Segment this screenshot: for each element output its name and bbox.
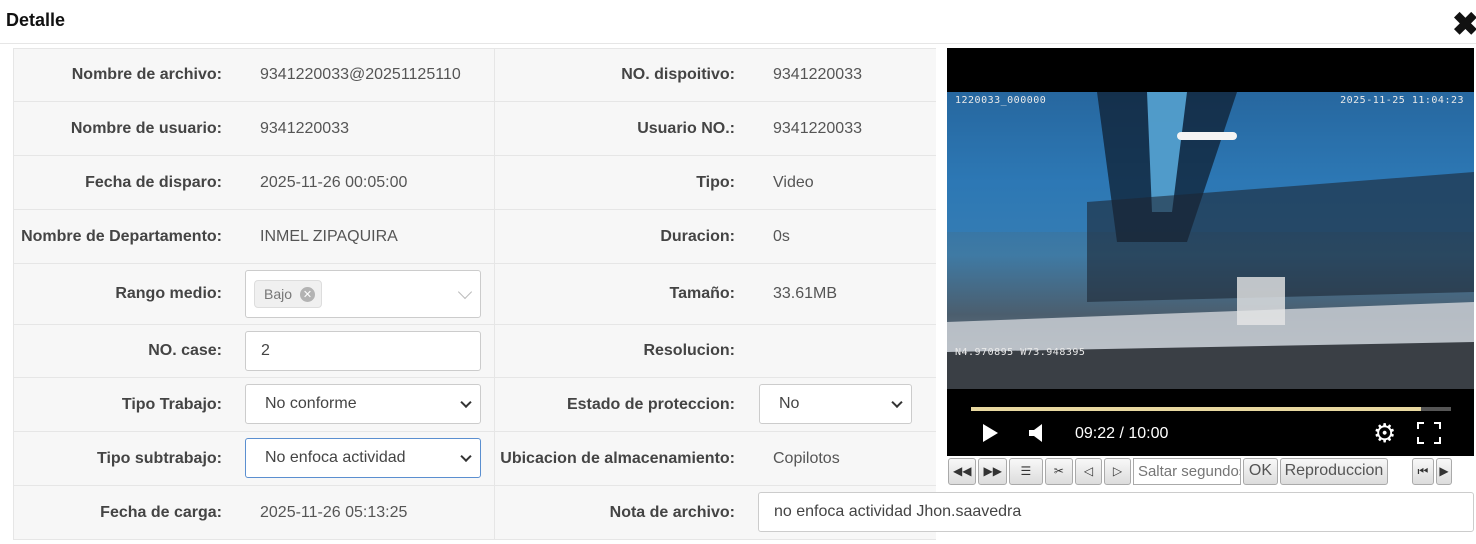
- tipo-trabajo-selected: No conforme: [265, 395, 357, 412]
- fast-forward-button[interactable]: ▶▶: [978, 457, 1007, 485]
- first-button[interactable]: ⏮: [1411, 457, 1434, 485]
- estado-proteccion-select[interactable]: No: [759, 384, 912, 424]
- label-tipo: Tipo:: [494, 156, 745, 209]
- fullscreen-icon[interactable]: [1417, 422, 1441, 444]
- table-row: Tipo subtrabajo: No enfoca actividad Ubi…: [14, 432, 936, 486]
- value-nombre-archivo: 9341220033@20251125110: [232, 49, 494, 101]
- remove-tag-icon[interactable]: ✕: [300, 286, 316, 302]
- table-row: Rango medio: Bajo ✕ Tamaño: 33.61MB: [14, 264, 936, 325]
- dialog-header: Detalle ✖: [0, 0, 1476, 44]
- value-nombre-usuario: 9341220033: [232, 102, 494, 155]
- chevron-down-icon: [457, 284, 473, 300]
- table-row: Tipo Trabajo: No conforme Estado de prot…: [14, 378, 936, 432]
- volume-icon[interactable]: [1029, 424, 1043, 442]
- skip-start-icon: ⏮: [1417, 463, 1429, 478]
- label-fecha-disparo: Fecha de disparo:: [14, 156, 232, 209]
- next-frame-button[interactable]: ▷: [1103, 457, 1131, 485]
- time-display: 09:22 / 10:00: [1075, 425, 1169, 442]
- label-tipo-subtrabajo: Tipo subtrabajo:: [14, 432, 232, 485]
- no-case-input[interactable]: 2: [245, 331, 481, 371]
- tipo-subtrabajo-select[interactable]: No enfoca actividad: [245, 438, 481, 478]
- prev-frame-icon: ◁: [1083, 464, 1094, 478]
- rango-medio-select[interactable]: Bajo ✕: [245, 270, 481, 318]
- value-fecha-carga: 2025-11-26 05:13:25: [232, 486, 494, 539]
- dialog-title: Detalle: [6, 10, 66, 30]
- label-usuario-no: Usuario NO.:: [494, 102, 745, 155]
- close-icon[interactable]: ✖: [1452, 8, 1476, 40]
- value-tipo: Video: [745, 156, 936, 209]
- video-scene: [947, 92, 1474, 389]
- label-tipo-trabajo: Tipo Trabajo:: [14, 378, 232, 431]
- prev-frame-button[interactable]: ◁: [1074, 457, 1102, 485]
- value-no-dispositivo: 9341220033: [745, 49, 936, 101]
- rango-medio-tag-label: Bajo: [264, 286, 293, 302]
- last-button[interactable]: ▶: [1435, 457, 1452, 485]
- estado-proteccion-cell: No: [745, 378, 936, 431]
- osd-gps: N4.970895 W73.948395: [955, 347, 1086, 358]
- progress-bar[interactable]: [971, 407, 1451, 411]
- next-frame-icon: ▷: [1112, 464, 1123, 478]
- table-row: Nombre de usuario: 9341220033 Usuario NO…: [14, 102, 936, 156]
- osd-timestamp: 2025-11-25 11:04:23: [1340, 95, 1464, 106]
- table-row: Nombre de archivo: 9341220033@2025112511…: [14, 48, 936, 102]
- video-player[interactable]: 1220033_000000 2025-11-25 11:04:23 N4.97…: [947, 48, 1474, 456]
- label-no-case: NO. case:: [14, 325, 232, 377]
- rewind-button[interactable]: ◀◀: [948, 457, 977, 485]
- value-tamano: 33.61MB: [745, 264, 936, 324]
- scissors-icon: ✂: [1053, 464, 1064, 478]
- rango-medio-cell: Bajo ✕: [232, 264, 494, 324]
- value-ubicacion: Copilotos: [745, 432, 936, 485]
- tipo-trabajo-select[interactable]: No conforme: [245, 384, 481, 424]
- estado-proteccion-selected: No: [779, 395, 800, 412]
- video-frame[interactable]: 1220033_000000 2025-11-25 11:04:23 N4.97…: [947, 92, 1474, 389]
- table-row: NO. case: 2 Resolucion:: [14, 325, 936, 378]
- label-tamano: Tamaño:: [494, 264, 745, 324]
- tipo-subtrabajo-selected: No enfoca actividad: [265, 449, 406, 466]
- table-row: Fecha de disparo: 2025-11-26 00:05:00 Ti…: [14, 156, 936, 210]
- label-nombre-departamento: Nombre de Departamento:: [14, 210, 232, 263]
- tipo-trabajo-cell: No conforme: [232, 378, 494, 431]
- value-usuario-no: 9341220033: [745, 102, 936, 155]
- label-rango-medio: Rango medio:: [14, 264, 232, 324]
- list-button[interactable]: ☰: [1008, 457, 1043, 485]
- chevron-down-icon: [460, 396, 472, 409]
- value-duracion: 0s: [745, 210, 936, 263]
- label-nota-archivo: Nota de archivo:: [494, 486, 745, 539]
- no-case-cell: 2: [232, 325, 494, 377]
- play-icon[interactable]: [983, 424, 998, 442]
- progress-fill: [971, 407, 1421, 411]
- rango-medio-tag: Bajo ✕: [254, 280, 323, 308]
- clip-button[interactable]: ✂: [1044, 457, 1073, 485]
- skip-end-icon: ▶: [1439, 464, 1449, 478]
- tipo-subtrabajo-cell: No enfoca actividad: [232, 432, 494, 485]
- value-nombre-departamento: INMEL ZIPAQUIRA: [232, 210, 494, 263]
- value-resolucion: [745, 325, 936, 377]
- label-nombre-usuario: Nombre de usuario:: [14, 102, 232, 155]
- rewind-icon: ◀◀: [953, 464, 972, 478]
- seek-seconds-input[interactable]: [1132, 457, 1241, 485]
- detail-table: Nombre de archivo: 9341220033@2025112511…: [13, 48, 936, 540]
- playback-button[interactable]: Reproduccion: [1279, 457, 1388, 485]
- label-duracion: Duracion:: [494, 210, 745, 263]
- ok-button[interactable]: OK: [1242, 457, 1278, 485]
- table-row: Nombre de Departamento: INMEL ZIPAQUIRA …: [14, 210, 936, 264]
- chevron-down-icon: [891, 396, 903, 409]
- value-fecha-disparo: 2025-11-26 00:05:00: [232, 156, 494, 209]
- label-fecha-carga: Fecha de carga:: [14, 486, 232, 539]
- list-icon: ☰: [1020, 464, 1032, 478]
- player-toolbar: ◀◀ ▶▶ ☰ ✂ ◁ ▷ OK Reproduccion ⏮ ▶: [947, 456, 1474, 486]
- label-no-dispositivo: NO. dispoitivo:: [494, 49, 745, 101]
- chevron-down-icon: [460, 450, 472, 463]
- osd-top-left: 1220033_000000: [955, 95, 1047, 106]
- nota-archivo-input[interactable]: no enfoca actividad Jhon.saavedra: [758, 492, 1474, 532]
- label-estado-proteccion: Estado de proteccion:: [494, 378, 745, 431]
- settings-icon[interactable]: ⚙: [1373, 420, 1396, 446]
- fast-forward-icon: ▶▶: [983, 464, 1002, 478]
- label-ubicacion: Ubicacion de almacenamiento:: [494, 432, 745, 485]
- label-nombre-archivo: Nombre de archivo:: [14, 49, 232, 101]
- label-resolucion: Resolucion:: [494, 325, 745, 377]
